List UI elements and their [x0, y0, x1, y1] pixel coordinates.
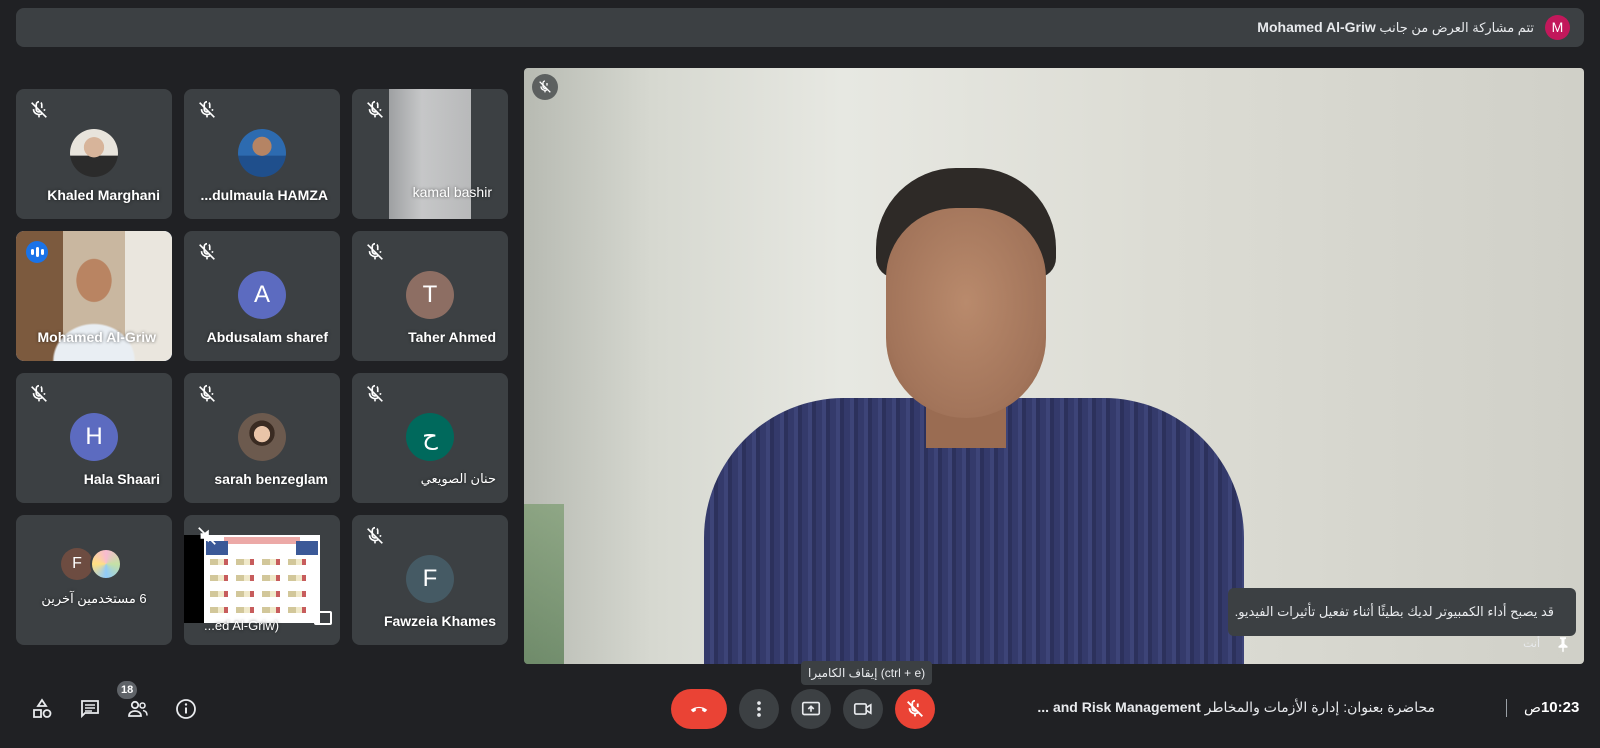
participant-tile-hamza[interactable]: ...dulmaula HAMZA [184, 89, 340, 219]
participant-tile-mohamed[interactable]: Mohamed Al-Griw [16, 231, 172, 361]
pin-icon[interactable] [1554, 634, 1572, 654]
camera-tooltip: إيقاف الكاميرا (ctrl + e) [801, 661, 933, 685]
participant-tile-taher[interactable]: T Taher Ahmed [352, 231, 508, 361]
self-video[interactable]: قد يصبح أداء الكمبيوتر لديك بطيئًا أثناء… [524, 68, 1584, 664]
ampm: ص [1524, 699, 1541, 715]
participant-name: ...dulmaula HAMZA [200, 187, 328, 203]
others-count: 6 مستخدمين آخرين [41, 591, 147, 606]
avatar: F [406, 555, 454, 603]
leave-call-button[interactable] [671, 689, 727, 729]
presenter-avatar: M [1545, 15, 1570, 40]
participant-name: Mohamed Al-Griw [37, 329, 157, 345]
people-icon[interactable] [124, 695, 152, 723]
avatar [238, 129, 286, 177]
avatar [238, 413, 286, 461]
participant-name: Taher Ahmed [408, 329, 496, 345]
avatar [70, 129, 118, 177]
mic-off-icon [364, 99, 386, 121]
mic-off-icon [364, 241, 386, 263]
mic-off-icon [28, 99, 50, 121]
info-icon[interactable] [172, 695, 200, 723]
avatar: F [61, 548, 93, 580]
camera-button[interactable] [843, 689, 883, 729]
present-screen-button[interactable] [791, 689, 831, 729]
participant-tile-kamal[interactable]: kamal bashir [352, 89, 508, 219]
background-plant [524, 504, 564, 664]
performance-warning: قد يصبح أداء الكمبيوتر لديك بطيئًا أثناء… [1228, 588, 1576, 636]
mic-off-icon [28, 383, 50, 405]
presenting-notice: تتم مشاركة العرض من جانب Mohamed Al-Griw [1257, 19, 1534, 36]
presentation-banner: M تتم مشاركة العرض من جانب Mohamed Al-Gr… [16, 8, 1584, 47]
participant-tile-khaled[interactable]: Khaled Marghani [16, 89, 172, 219]
person-face [886, 208, 1046, 418]
present-screen-icon [314, 611, 332, 625]
meeting-title: محاضرة بعنوان: إدارة الأزمات والمخاطر an… [1037, 699, 1435, 716]
avatar: ح [406, 413, 454, 461]
participant-name: Hala Shaari [83, 471, 160, 487]
volume-off-icon [196, 525, 218, 547]
presenter-name: Mohamed Al-Griw [1257, 19, 1376, 35]
chat-icon[interactable] [76, 695, 104, 723]
divider [1506, 699, 1507, 717]
avatar: T [406, 271, 454, 319]
meeting-title-en: and Risk Management ... [1037, 699, 1201, 715]
participant-name: ...ed Al-Griw) [204, 618, 280, 633]
shared-screen-preview [184, 535, 320, 623]
presenting-text: تتم مشاركة العرض من جانب [1379, 20, 1534, 35]
participant-name: Khaled Marghani [47, 187, 160, 203]
slide-thumbnail [204, 535, 320, 623]
participant-name: Abdusalam sharef [206, 329, 328, 345]
mic-off-icon [364, 525, 386, 547]
avatar: A [238, 271, 286, 319]
clock: 10:23ص [1518, 699, 1579, 716]
mic-off-icon [196, 383, 218, 405]
participant-name: kamal bashir [412, 184, 492, 200]
participants-count-badge: 18 [117, 681, 138, 699]
participant-tile-presentation[interactable]: ...ed Al-Griw) [184, 515, 340, 645]
more-options-button[interactable] [739, 689, 779, 729]
participant-name: sarah benzeglam [214, 471, 328, 487]
participant-tile-hanan[interactable]: ح حنان الصويعي [352, 373, 508, 503]
activities-icon[interactable] [28, 695, 56, 723]
participant-tile-fawzeia[interactable]: F Fawzeia Khames [352, 515, 508, 645]
participant-name: حنان الصويعي [420, 471, 496, 486]
mic-off-icon [196, 99, 218, 121]
avatar [90, 548, 122, 580]
self-label: أنت [1523, 638, 1540, 650]
mic-off-icon [364, 383, 386, 405]
avatar: H [70, 413, 118, 461]
time: 10:23 [1540, 699, 1580, 716]
participant-name: Fawzeia Khames [383, 613, 496, 629]
participant-tile-hala[interactable]: H Hala Shaari [16, 373, 172, 503]
other-participants-tile[interactable]: F 6 مستخدمين آخرين [16, 515, 172, 645]
speaking-icon [26, 241, 48, 263]
meeting-title-ar: محاضرة بعنوان: إدارة الأزمات والمخاطر [1204, 699, 1435, 715]
mic-off-icon [532, 74, 558, 100]
participant-tile-abdusalam[interactable]: A Abdusalam sharef [184, 231, 340, 361]
mic-off-icon [196, 241, 218, 263]
microphone-button[interactable] [895, 689, 935, 729]
participant-tile-sarah[interactable]: sarah benzeglam [184, 373, 340, 503]
